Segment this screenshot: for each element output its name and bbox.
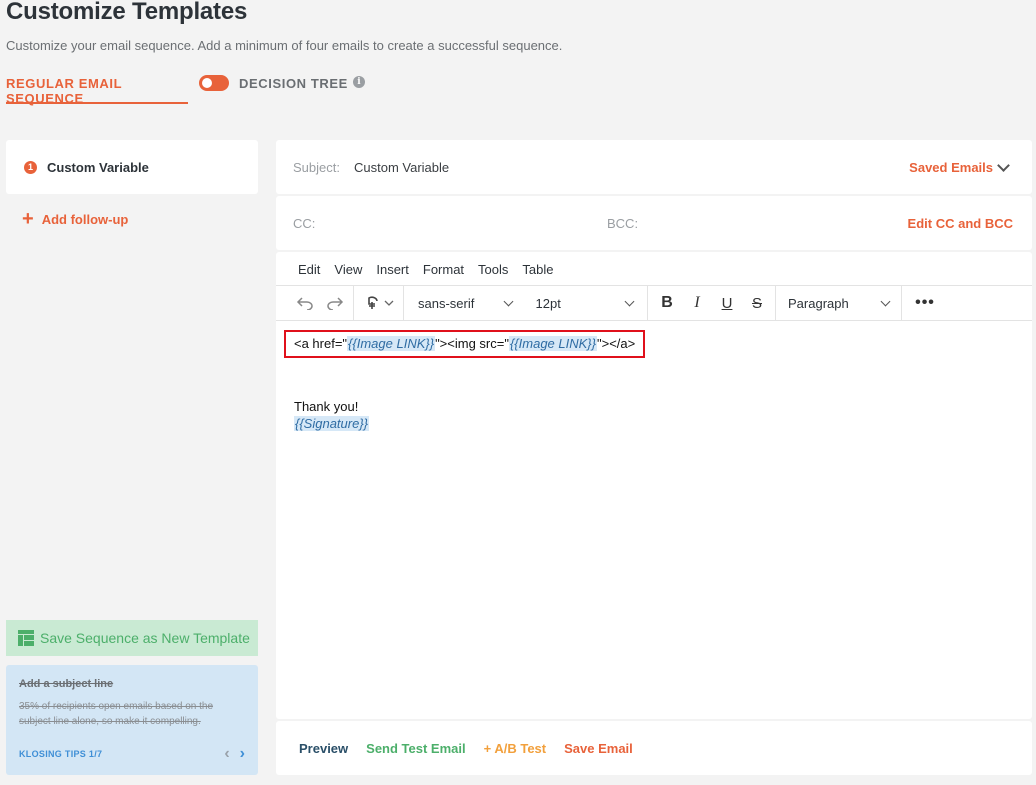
email-actions-bar: Preview Send Test Email + A/B Test Save …: [276, 721, 1032, 775]
html-text: "><img src=": [435, 336, 509, 351]
template-icon: [18, 630, 34, 646]
highlighted-html-line: <a href="{{Image LINK}}"><img src="{{Ima…: [284, 330, 646, 358]
tab-decision-tree[interactable]: DECISION TREE: [239, 72, 348, 91]
block-format-value: Paragraph: [788, 295, 849, 311]
cc-bcc-row: CC: BCC: Edit CC and BCC: [276, 196, 1032, 250]
tips-card: Add a subject line 35% of recipients ope…: [6, 665, 258, 775]
menu-format[interactable]: Format: [423, 262, 464, 277]
block-format-select[interactable]: Paragraph: [776, 296, 901, 311]
format-group: B I U S: [648, 285, 776, 321]
menu-edit[interactable]: Edit: [298, 262, 320, 277]
save-template-label: Save Sequence as New Template: [40, 630, 250, 646]
font-size-value: 12pt: [535, 295, 561, 311]
italic-icon[interactable]: I: [682, 289, 712, 317]
tip-title: Add a subject line: [19, 678, 114, 690]
tip-body: 35% of recipients open emails based on t…: [19, 701, 214, 727]
html-text: "></a>: [596, 336, 636, 351]
chevron-down-icon: [624, 296, 635, 306]
thank-you-text: Thank you!: [294, 399, 359, 414]
font-size-select[interactable]: 12pt: [520, 296, 647, 311]
strikethrough-icon[interactable]: S: [742, 289, 772, 317]
html-text: <a href=": [294, 336, 348, 351]
image-link-variable: {{Image LINK}}: [508, 336, 597, 351]
redo-icon[interactable]: [320, 289, 350, 317]
add-followup-label: Add follow-up: [41, 211, 129, 227]
chevron-down-icon: [880, 296, 891, 306]
menu-table[interactable]: Table: [522, 262, 553, 277]
cc-field[interactable]: CC:: [293, 216, 315, 231]
menu-insert[interactable]: Insert: [376, 262, 409, 277]
subject-label: Subject:: [293, 159, 340, 175]
preview-button[interactable]: Preview: [299, 741, 348, 756]
merge-field-icon[interactable]: [362, 289, 398, 317]
info-icon[interactable]: i: [352, 76, 365, 88]
ab-test-button[interactable]: + A/B Test: [484, 741, 547, 756]
editor-toolbar: sans-serif 12pt B I U S Paragraph •••: [276, 285, 1032, 321]
subject-input[interactable]: Custom Variable: [354, 160, 449, 175]
tab-regular-email-sequence[interactable]: REGULAR EMAIL SEQUENCE: [6, 72, 188, 106]
editor-menubar: Edit View Insert Format Tools Table: [298, 262, 553, 277]
add-followup-button[interactable]: + Add follow-up: [22, 208, 129, 230]
page-title: Customize Templates: [6, 0, 248, 25]
menu-tools[interactable]: Tools: [478, 262, 508, 277]
undo-icon[interactable]: [290, 289, 320, 317]
more-group: •••: [902, 285, 940, 321]
email-editor: Edit View Insert Format Tools Table sans…: [276, 252, 1032, 719]
save-email-button[interactable]: Save Email: [564, 741, 633, 756]
signature-chip: {{Signature}}: [294, 416, 370, 431]
block-group: Paragraph: [776, 285, 902, 321]
bold-icon[interactable]: B: [652, 289, 682, 317]
tips-footer: KLOSING TIPS 1/7 ‹ ›: [19, 746, 245, 762]
saved-emails-label: Saved Emails: [909, 159, 993, 175]
sequence-email-item[interactable]: 1 Custom Variable: [6, 140, 258, 194]
merge-group: [354, 285, 404, 321]
signature-variable: {{Signature}}: [294, 416, 370, 431]
send-test-email-button[interactable]: Send Test Email: [366, 741, 465, 756]
chevron-right-icon[interactable]: ›: [240, 746, 245, 762]
bcc-field[interactable]: BCC:: [607, 216, 638, 231]
font-family-select[interactable]: sans-serif: [404, 296, 520, 311]
plus-icon: +: [22, 208, 34, 230]
chevron-left-icon[interactable]: ‹: [224, 746, 229, 762]
toggle-knob: [202, 78, 212, 88]
chevron-down-icon: [997, 158, 1010, 172]
saved-emails-dropdown[interactable]: Saved Emails: [909, 158, 1010, 175]
edit-cc-bcc-link[interactable]: Edit CC and BCC: [908, 216, 1013, 231]
mode-selector: REGULAR EMAIL SEQUENCE DECISION TREE i: [6, 72, 365, 106]
tips-counter: KLOSING TIPS 1/7: [19, 749, 103, 759]
underline-icon[interactable]: U: [712, 289, 742, 317]
image-link-variable: {{Image LINK}}: [347, 336, 436, 351]
history-group: [276, 285, 354, 321]
tips-nav: ‹ ›: [224, 746, 245, 762]
menu-view[interactable]: View: [334, 262, 362, 277]
font-family-value: sans-serif: [418, 295, 475, 311]
chevron-down-icon: [503, 296, 513, 306]
font-group: sans-serif 12pt: [404, 285, 648, 321]
save-sequence-template-button[interactable]: Save Sequence as New Template: [6, 620, 258, 656]
email-item-label: Custom Variable: [47, 159, 149, 175]
page-subtitle: Customize your email sequence. Add a min…: [6, 38, 563, 53]
subject-row: Subject: Custom Variable Saved Emails: [276, 140, 1032, 194]
more-options-icon[interactable]: •••: [910, 289, 940, 317]
email-number-badge: 1: [24, 160, 37, 174]
mode-toggle[interactable]: [199, 75, 229, 91]
